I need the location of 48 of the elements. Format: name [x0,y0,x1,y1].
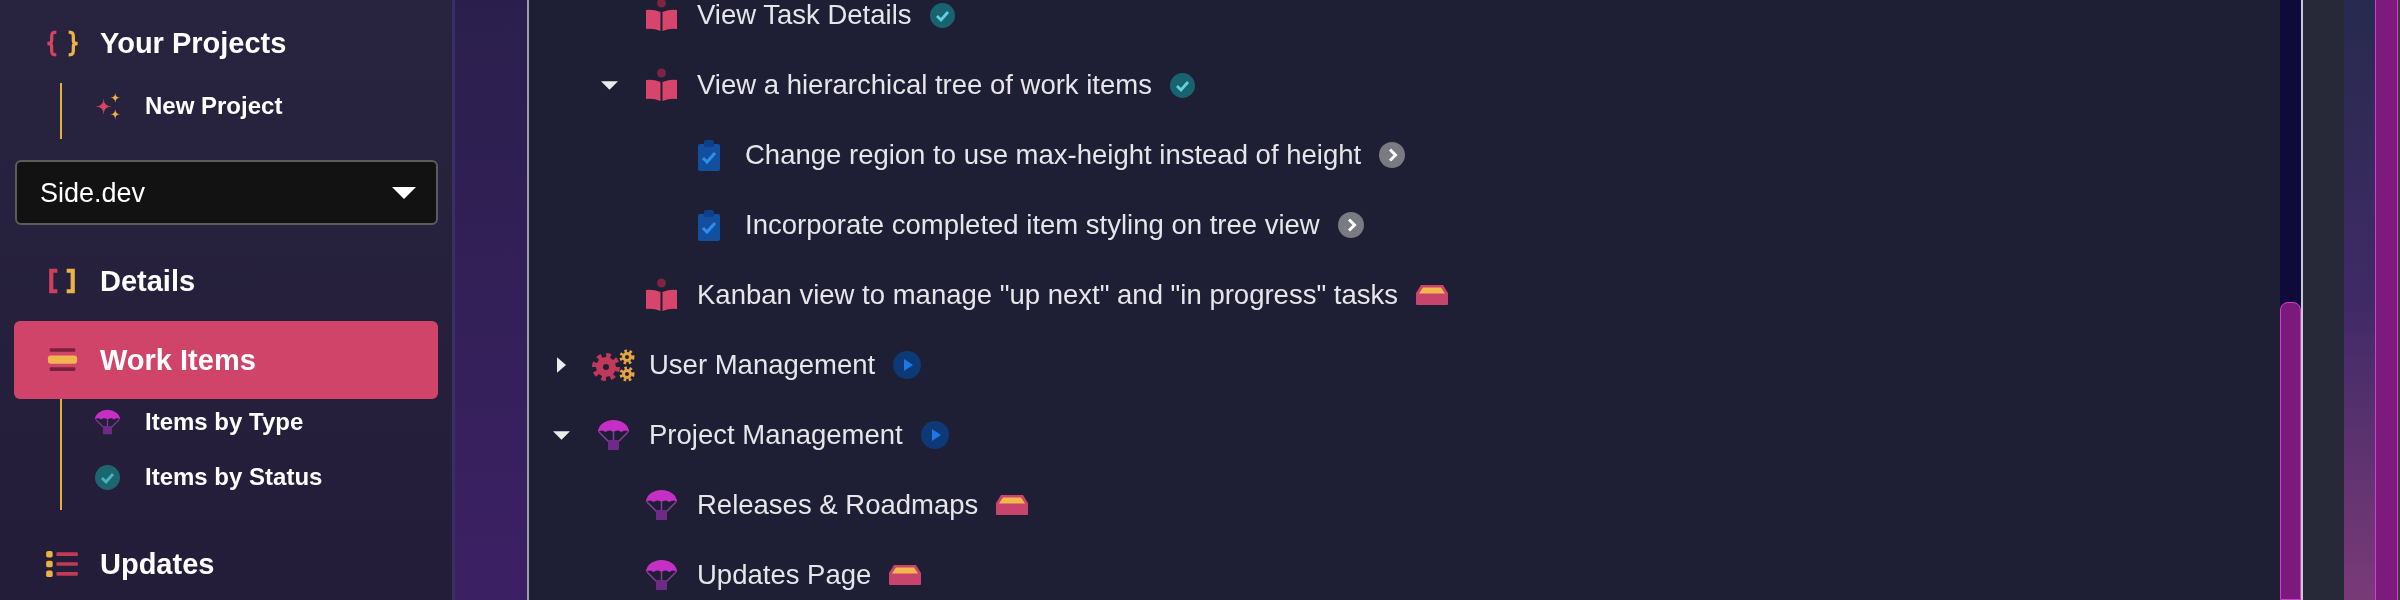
tree-item-label[interactable]: Updates Page [697,560,872,590]
check-circle-icon [1169,72,1195,98]
tree-item-label[interactable]: View Task Details [697,0,912,30]
tree-item-label[interactable]: Change region to use max-height instead of height [745,140,1362,170]
nav-item[interactable]: Work Items [14,321,438,399]
bars-icon [46,347,78,373]
nav-item[interactable]: Updates [14,534,438,594]
clipboard-icon [697,138,721,172]
caret-down-icon[interactable] [600,80,618,90]
check-circle-icon [929,2,955,28]
caret-down-icon[interactable] [392,186,416,199]
parachute-icon [596,419,630,451]
tree-item-label[interactable]: Releases & Roadmaps [697,490,979,520]
clipboard-icon [697,208,721,242]
nav-subitem[interactable]: New Project [92,83,293,129]
book-icon [644,0,678,32]
parachute-icon [644,489,678,521]
tree-item-label[interactable]: View a hierarchical tree of work items [697,70,1152,100]
parachute-icon [644,559,678,591]
nav-subitem[interactable]: Items by Status [92,454,333,500]
chevron-circle-icon [1379,142,1406,168]
project-select[interactable]: Side.dev [15,160,438,225]
parachute-icon [93,409,121,435]
list-icon [45,550,79,578]
nav-subitem[interactable]: Items by Type [92,399,314,445]
play-circle-icon [920,421,949,449]
chevron-circle-icon [1337,212,1364,238]
nav-item[interactable]: Details [14,251,438,311]
scrollbar-thumb[interactable] [2280,302,2301,600]
tray-icon [1416,285,1448,305]
tray-icon [996,495,1029,515]
caret-right-icon[interactable] [556,357,566,373]
caret-down-icon[interactable] [552,430,570,440]
tree-item-label[interactable]: Project Management [649,420,903,450]
sparkles-icon [93,92,121,120]
nav-item[interactable]: Your Projects [14,13,438,73]
brackets-icon [48,268,76,294]
tree-item-label[interactable]: Incorporate completed item styling on tree view [745,210,1320,240]
scrollbar-thumb[interactable] [2375,0,2398,600]
braces-icon [44,29,80,57]
check-circle-icon [94,464,120,490]
tree-item-label[interactable]: User Management [649,350,876,380]
play-circle-icon [893,351,922,379]
gears-icon [591,348,635,382]
book-icon [644,68,678,102]
book-icon [644,278,678,312]
tree-item-label[interactable]: Kanban view to manage "up next" and "in progress" tasks [697,280,1398,310]
tray-icon [889,565,922,585]
